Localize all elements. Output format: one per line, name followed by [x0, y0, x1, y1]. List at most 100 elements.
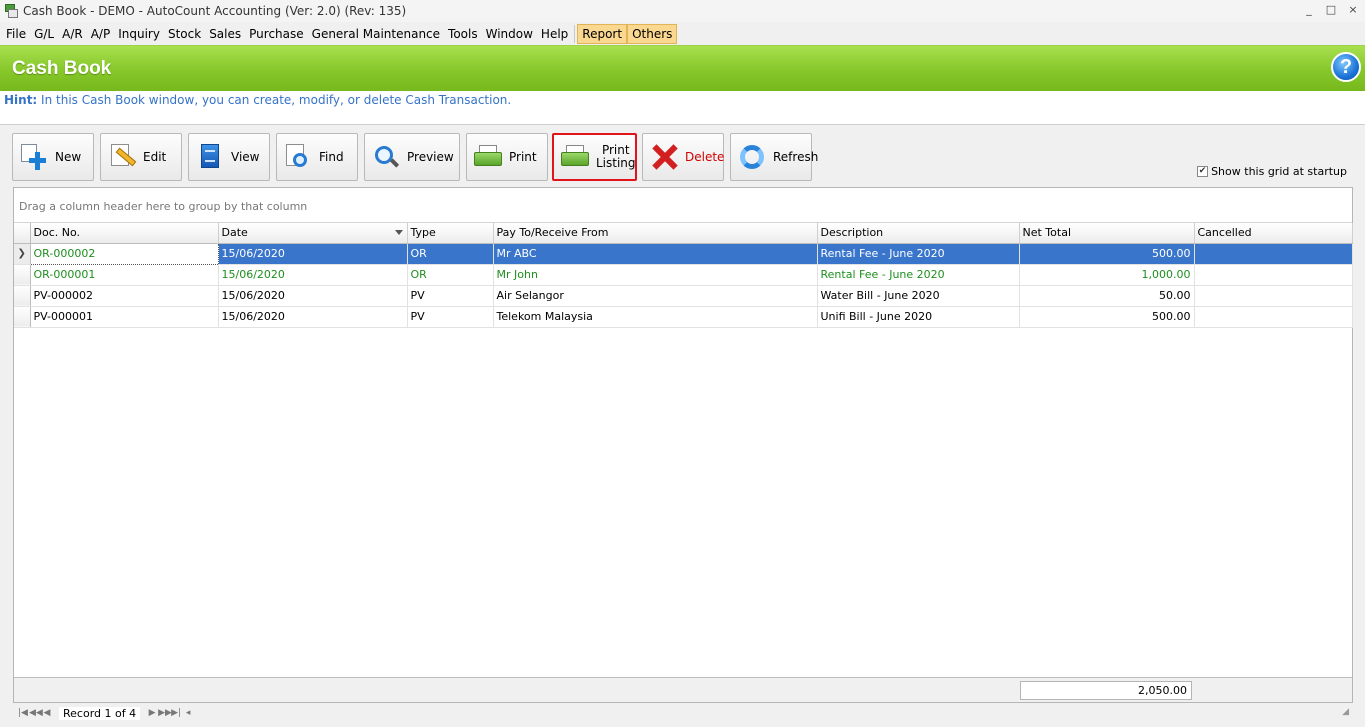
- net-total-summary: 2,050.00: [1020, 681, 1192, 700]
- print-listing-label-line2: Listing: [596, 156, 636, 170]
- new-button[interactable]: New: [12, 133, 94, 181]
- window-controls: _ □ ×: [1303, 3, 1359, 17]
- menu-ap[interactable]: A/P: [87, 24, 115, 44]
- previous-record-icon[interactable]: ◀: [41, 708, 53, 718]
- app-icon: [4, 4, 18, 18]
- delete-button[interactable]: Delete: [642, 133, 724, 181]
- next-page-icon[interactable]: ▶▶: [158, 708, 172, 718]
- minimize-icon[interactable]: _: [1303, 3, 1315, 17]
- cell-doc-no[interactable]: OR-000002: [29, 242, 219, 265]
- table-row[interactable]: ❯ OR-000002 15/06/2020 OR Mr ABC Rental …: [14, 242, 1353, 265]
- table-row[interactable]: PV-000001 15/06/2020 PV Telekom Malaysia…: [14, 306, 1353, 328]
- row-indicator: [14, 285, 31, 307]
- table-row[interactable]: OR-000001 15/06/2020 OR Mr John Rental F…: [14, 264, 1353, 286]
- cell-cancelled[interactable]: [1194, 285, 1353, 307]
- column-header-pay-to[interactable]: Pay To/Receive From: [493, 223, 818, 244]
- table-header-row: Doc. No. Date Type Pay To/Receive From D…: [14, 223, 1353, 244]
- group-by-panel[interactable]: Drag a column header here to group by th…: [14, 188, 1352, 223]
- cell-date[interactable]: 15/06/2020: [218, 264, 408, 286]
- cell-type[interactable]: OR: [407, 264, 494, 286]
- close-icon[interactable]: ×: [1347, 3, 1359, 17]
- sort-descending-icon: [394, 230, 403, 235]
- menu-gl[interactable]: G/L: [30, 24, 58, 44]
- cell-party[interactable]: Air Selangor: [493, 285, 818, 307]
- row-indicator: [14, 264, 31, 286]
- print-button[interactable]: Print: [466, 133, 548, 181]
- menu-inquiry[interactable]: Inquiry: [114, 24, 164, 44]
- menu-ar[interactable]: A/R: [58, 24, 87, 44]
- cell-party[interactable]: Mr John: [493, 264, 818, 286]
- next-record-icon[interactable]: ▶: [146, 708, 158, 718]
- cell-description[interactable]: Rental Fee - June 2020: [817, 264, 1020, 286]
- menu-tools[interactable]: Tools: [444, 24, 482, 44]
- column-header-type[interactable]: Type: [407, 223, 494, 244]
- previous-page-icon[interactable]: ◀◀: [29, 708, 43, 718]
- column-header-description[interactable]: Description: [817, 223, 1020, 244]
- cell-net-total[interactable]: 1,000.00: [1019, 264, 1195, 286]
- page-title: Cash Book: [12, 58, 112, 79]
- show-grid-checkbox[interactable]: ✔: [1197, 166, 1209, 177]
- cell-date[interactable]: 15/06/2020: [218, 285, 408, 307]
- menu-help[interactable]: Help: [537, 24, 572, 44]
- help-icon[interactable]: ?: [1331, 52, 1361, 82]
- cell-party[interactable]: Mr ABC: [493, 243, 818, 265]
- cell-net-total[interactable]: 500.00: [1019, 306, 1195, 328]
- print-listing-button[interactable]: Print Listing: [552, 133, 637, 181]
- table-row[interactable]: PV-000002 15/06/2020 PV Air Selangor Wat…: [14, 285, 1353, 307]
- view-button[interactable]: View: [188, 133, 270, 181]
- menu-report[interactable]: Report: [577, 23, 628, 44]
- cell-net-total[interactable]: 500.00: [1019, 243, 1195, 265]
- hint-text: In this Cash Book window, you can create…: [37, 93, 512, 107]
- cash-book-table: Doc. No. Date Type Pay To/Receive From D…: [14, 223, 1353, 328]
- find-button[interactable]: Find: [276, 133, 358, 181]
- first-record-icon[interactable]: |◀: [17, 708, 29, 718]
- edit-button[interactable]: Edit: [100, 133, 182, 181]
- edit-button-label: Edit: [143, 149, 167, 164]
- cell-type[interactable]: PV: [407, 306, 494, 328]
- show-grid-startup-option[interactable]: ✔ Show this grid at startup: [1197, 165, 1347, 178]
- cell-cancelled[interactable]: [1194, 306, 1353, 328]
- scroll-left-icon[interactable]: ◂: [182, 708, 194, 718]
- delete-button-label: Delete: [685, 149, 725, 164]
- preview-button[interactable]: Preview: [364, 133, 460, 181]
- menu-sales[interactable]: Sales: [205, 24, 245, 44]
- cell-net-total[interactable]: 50.00: [1019, 285, 1195, 307]
- column-header-date[interactable]: Date: [218, 223, 408, 244]
- view-document-icon: [195, 142, 225, 172]
- cell-doc-no[interactable]: OR-000001: [30, 264, 219, 286]
- new-button-label: New: [55, 149, 82, 164]
- row-indicator: [14, 306, 31, 328]
- cell-type[interactable]: PV: [407, 285, 494, 307]
- column-header-net-total[interactable]: Net Total: [1019, 223, 1195, 244]
- menu-others[interactable]: Others: [627, 23, 678, 44]
- menu-stock[interactable]: Stock: [164, 24, 205, 44]
- cell-description[interactable]: Water Bill - June 2020: [817, 285, 1020, 307]
- last-record-icon[interactable]: ▶|: [170, 708, 182, 718]
- column-header-cancelled[interactable]: Cancelled: [1194, 223, 1353, 244]
- hint-label: Hint:: [4, 93, 38, 107]
- cell-cancelled[interactable]: [1194, 264, 1353, 286]
- find-magnifier-icon: [283, 142, 313, 172]
- record-navigator: |◀ ◀◀ ◀ Record 1 of 4 ▶ ▶▶ ▶| ◂ ◢: [13, 703, 1353, 723]
- cell-cancelled[interactable]: [1194, 243, 1353, 265]
- menu-purchase[interactable]: Purchase: [245, 24, 308, 44]
- refresh-button[interactable]: Refresh: [730, 133, 818, 181]
- column-header-date-label: Date: [221, 226, 248, 240]
- cell-doc-no[interactable]: PV-000001: [30, 306, 219, 328]
- toolbar: New Edit View Find Preview Print Print Li…: [0, 126, 1365, 186]
- cell-doc-no[interactable]: PV-000002: [30, 285, 219, 307]
- menu-general-maintenance[interactable]: General Maintenance: [308, 24, 444, 44]
- cell-description[interactable]: Rental Fee - June 2020: [817, 243, 1020, 265]
- menu-window[interactable]: Window: [482, 24, 537, 44]
- cell-date[interactable]: 15/06/2020: [218, 306, 408, 328]
- restore-icon[interactable]: □: [1325, 3, 1337, 17]
- cell-date[interactable]: 15/06/2020: [218, 243, 408, 265]
- cell-party[interactable]: Telekom Malaysia: [493, 306, 818, 328]
- preview-button-label: Preview: [407, 149, 454, 164]
- menu-file[interactable]: File: [2, 24, 30, 44]
- row-pointer-icon: ❯: [14, 243, 31, 265]
- cell-type[interactable]: OR: [407, 243, 494, 265]
- column-header-doc-no[interactable]: Doc. No.: [30, 223, 219, 244]
- size-grip-icon: ◢: [1342, 707, 1349, 717]
- cell-description[interactable]: Unifi Bill - June 2020: [817, 306, 1020, 328]
